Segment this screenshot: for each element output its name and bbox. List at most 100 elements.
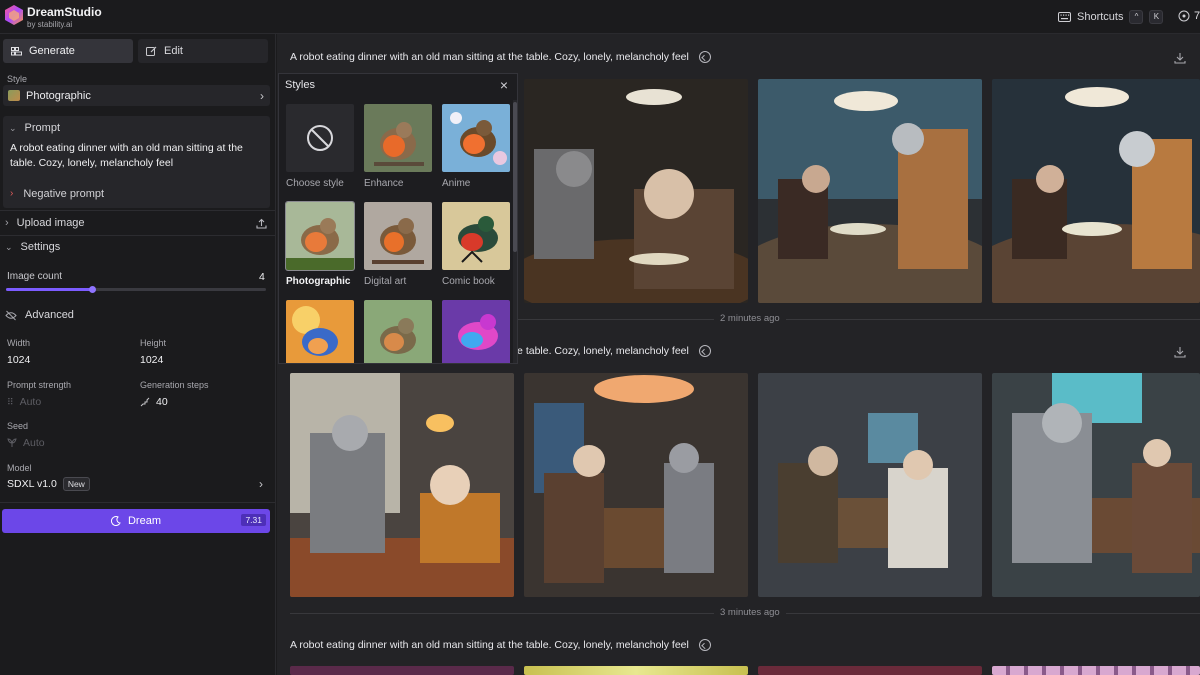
seed-icon [7,438,17,447]
reuse-prompt-icon[interactable] [698,639,711,651]
tab-edit-label: Edit [164,45,183,57]
popover-scrollbar-thumb[interactable] [513,102,517,252]
dream-button[interactable]: Dream 7.31 [2,509,270,533]
prompt-header[interactable]: ⌄ Prompt [9,122,60,134]
style-option-label: Anime [442,178,471,189]
slider-fill [6,288,92,291]
settings-toggle[interactable]: ⌄ Settings [0,240,275,254]
app-name: DreamStudio [27,5,102,19]
chevron-right-icon: › [5,217,9,229]
close-icon[interactable]: × [500,77,508,93]
slider-handle[interactable] [88,286,96,293]
top-bar: DreamStudio by stability.ai Shortcuts ^ … [0,0,1200,34]
generated-image[interactable] [290,373,514,597]
style-option-label: Comic book [442,276,495,287]
style-value: Photographic [26,89,91,102]
style-option[interactable] [364,300,432,363]
generated-image[interactable] [758,79,982,303]
reuse-prompt-icon[interactable] [698,345,711,357]
style-option-label: Digital art [364,276,407,287]
prompt-strength-value: Auto [19,396,42,408]
generation-steps-value: 40 [156,396,168,408]
style-option[interactable] [442,300,510,363]
negative-prompt-toggle[interactable]: › Negative prompt [3,181,270,206]
generated-image[interactable] [758,666,982,675]
style-thumbnail [442,202,510,270]
style-option-label: Choose style [286,178,344,189]
styles-popover: Styles × Choose style Enhance Anime Phot… [278,73,518,364]
mode-tabs: Generate Edit [3,39,268,63]
advanced-toggle[interactable]: Advanced [0,308,275,322]
generated-image[interactable] [992,666,1200,675]
upload-image-label: Upload image [16,217,85,229]
generated-image[interactable] [290,666,514,675]
style-option-enhance[interactable]: Enhance [364,104,432,189]
seed-field[interactable]: Auto [7,437,45,449]
reuse-prompt-icon[interactable] [698,51,711,63]
download-icon[interactable] [1174,52,1186,64]
prompt-label: Prompt [24,122,61,134]
generation-steps-field[interactable]: 40 [140,396,168,408]
generated-image[interactable] [992,373,1200,597]
styles-popover-title: Styles [285,79,315,91]
prompt-strength-field[interactable]: ⠿ Auto [7,396,41,408]
divider [0,210,275,211]
new-badge: New [62,477,90,491]
style-option-comic-book[interactable]: Comic book [442,202,510,287]
credits-value: 7, [1194,10,1200,22]
generated-image[interactable] [992,79,1200,303]
shortcut-key: ^ [1129,10,1144,24]
model-select[interactable]: SDXL v1.0 New › [2,476,269,492]
shortcut-key: K [1149,10,1164,24]
chevron-right-icon: › [259,477,263,491]
settings-label: Settings [20,241,61,253]
ban-icon [307,125,333,151]
keyboard-icon [1058,12,1071,22]
generated-image[interactable] [524,373,748,597]
width-value[interactable]: 1024 [7,354,30,366]
style-option-anime[interactable]: Anime [442,104,510,189]
style-option-digital-art[interactable]: Digital art [364,202,432,287]
width-label: Width [7,338,31,348]
style-thumbnail [442,300,510,363]
style-option-photographic[interactable]: Photographic [285,201,355,287]
style-thumbnail [364,300,432,363]
upload-image-toggle[interactable]: › Upload image [0,216,275,230]
shortcuts-button[interactable]: Shortcuts ^ K [1058,10,1164,24]
tab-generate[interactable]: Generate [3,39,133,63]
tab-generate-label: Generate [29,45,75,57]
moon-icon [110,516,121,526]
style-thumbnail [286,300,354,363]
upload-icon[interactable] [256,218,267,229]
download-icon[interactable] [1174,346,1186,358]
seed-value: Auto [23,437,45,449]
sidebar: Generate Edit Style Photographic › ⌄ Pro… [0,34,276,675]
style-select[interactable]: Photographic › [3,85,270,106]
app-byline: by stability.ai [27,20,73,29]
image-count-slider[interactable] [6,286,266,293]
seed-label: Seed [7,421,29,431]
generation-steps-label: Generation steps [140,380,209,390]
style-label: Style [7,74,28,84]
generated-image[interactable] [524,79,748,303]
generation-prompt: A robot eating dinner with an old man si… [290,51,711,63]
prompt-input[interactable]: A robot eating dinner with an old man si… [10,141,260,171]
style-option-label: Enhance [364,178,404,189]
generated-image[interactable] [524,666,748,675]
dream-cost-badge: 7.31 [241,514,266,526]
image-count-value: 4 [259,271,265,283]
credits-badge[interactable]: 7, [1178,10,1200,22]
generated-image[interactable] [758,373,982,597]
generation-timestamp: 2 minutes ago [714,313,786,324]
height-value[interactable]: 1024 [140,354,163,366]
credits-icon [1178,10,1190,22]
generation-timestamp: 3 minutes ago [714,607,786,618]
style-option[interactable] [286,300,354,363]
tab-edit[interactable]: Edit [138,39,268,63]
model-value: SDXL v1.0 [7,478,57,490]
no-style-thumbnail [286,104,354,172]
dream-label: Dream [127,515,161,527]
grid-icon [11,46,22,55]
style-option-none[interactable]: Choose style [286,104,354,189]
dots-grid-icon: ⠿ [7,396,14,407]
